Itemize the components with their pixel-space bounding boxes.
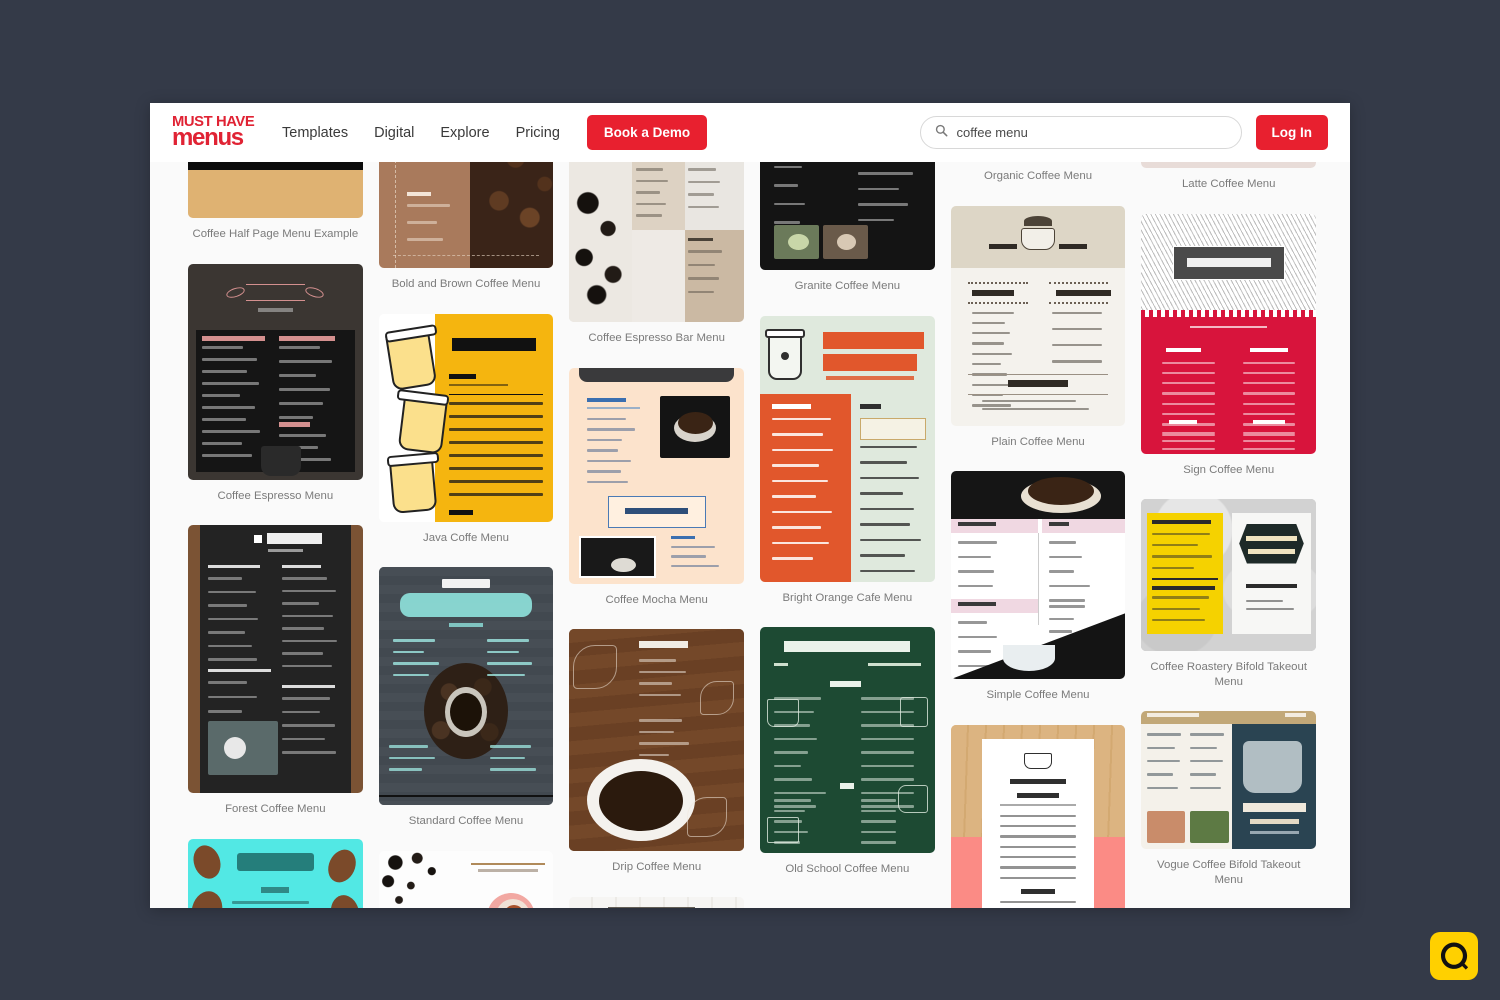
template-card[interactable]: Simple Coffee Menu xyxy=(950,471,1126,719)
template-thumbnail-granite[interactable] xyxy=(760,162,935,270)
template-thumbnail-right-start[interactable] xyxy=(760,315,935,582)
template-card[interactable]: Bold and Brown Coffee Menu xyxy=(378,162,554,308)
nav-item-pricing[interactable]: Pricing xyxy=(516,125,560,141)
template-card[interactable]: Sign Coffee Menu xyxy=(1141,213,1317,494)
template-card[interactable]: Java Coffe Menu xyxy=(378,313,554,562)
logo-line-1: MUST HAVE xyxy=(172,113,255,130)
book-a-demo-button[interactable]: Book a Demo xyxy=(586,115,708,150)
template-thumbnail-halfpage[interactable] xyxy=(188,162,363,218)
template-card[interactable]: Coffee Mocha Menu xyxy=(569,367,745,624)
nav-item-digital[interactable]: Digital xyxy=(374,125,414,141)
template-caption[interactable]: Java Coffe Menu xyxy=(379,522,554,562)
template-caption[interactable]: Old School Coffee Menu xyxy=(760,853,935,893)
search-input[interactable]: coffee menu xyxy=(919,116,1242,149)
template-caption[interactable]: Forest Coffee Menu xyxy=(188,793,363,833)
template-caption[interactable]: Granite Coffee Menu xyxy=(760,270,935,310)
grid-column-2: Bold and Brown Coffee Menu Java Coffe Me… xyxy=(378,162,554,908)
template-caption[interactable]: Coffee Espresso Bar Menu xyxy=(569,322,744,362)
grid-column-3: Coffee Espresso Bar Menu Coffee Mocha Me… xyxy=(569,162,745,908)
template-card[interactable] xyxy=(950,724,1126,908)
template-thumbnail-drip[interactable] xyxy=(569,629,745,852)
template-thumbnail-vogue[interactable] xyxy=(1141,711,1317,850)
template-thumbnail-java-vein[interactable] xyxy=(378,313,554,522)
template-caption[interactable]: Drip Coffee Menu xyxy=(569,851,744,891)
grid-column-1: Coffee Half Page Menu Example Coffee Esp… xyxy=(188,162,363,908)
fork-circle-logo-icon xyxy=(1430,932,1478,980)
template-caption[interactable]: Standard Coffee Menu xyxy=(379,805,554,845)
template-card[interactable]: Old School Coffee Menu xyxy=(760,627,935,893)
template-caption[interactable]: Vogue Coffee Bifold Takeout Menu xyxy=(1141,849,1316,903)
template-thumbnail-java-wood[interactable] xyxy=(950,724,1126,908)
template-card[interactable]: Organic Coffee Menu xyxy=(951,162,1126,200)
template-caption[interactable]: Coffee Mocha Menu xyxy=(569,584,744,624)
template-caption[interactable]: Bold and Brown Coffee Menu xyxy=(379,268,554,308)
search-icon xyxy=(935,124,948,142)
template-card[interactable] xyxy=(378,850,554,908)
login-button[interactable]: Log In xyxy=(1255,115,1328,150)
template-caption[interactable]: Latte Coffee Menu xyxy=(1141,168,1316,208)
template-card[interactable]: Drip Coffee Menu xyxy=(569,629,745,891)
template-thumbnail-manhattan[interactable] xyxy=(1141,499,1317,652)
template-card[interactable]: Coffee Espresso Bar Menu xyxy=(569,162,745,362)
template-thumbnail-mocha[interactable] xyxy=(569,367,745,584)
template-thumbnail-cyan-beans[interactable] xyxy=(188,838,363,908)
template-card[interactable]: Coffee Half Page Menu Example xyxy=(188,162,363,258)
grid-column-4: Granite Coffee Menu Bright Orange Cafe M… xyxy=(760,162,935,899)
template-thumbnail-roasted[interactable] xyxy=(378,567,554,806)
search-value: coffee menu xyxy=(956,125,1028,140)
template-card[interactable]: Plain Coffee Menu xyxy=(950,205,1126,466)
template-thumbnail-simple[interactable] xyxy=(950,471,1126,680)
template-thumbnail-espresso-bar[interactable] xyxy=(569,162,745,322)
template-thumbnail-espresso-dark[interactable] xyxy=(188,263,363,480)
template-card[interactable]: Forest Coffee Menu xyxy=(188,525,363,833)
template-thumbnail-happy-cuppa[interactable] xyxy=(950,205,1126,426)
template-card[interactable]: Bright Orange Cafe Menu xyxy=(760,315,935,622)
nav-item-explore[interactable]: Explore xyxy=(440,125,489,141)
template-thumbnail-nostalgia[interactable] xyxy=(760,627,935,854)
template-card[interactable]: Coffee Espresso Menu xyxy=(188,263,363,520)
template-caption[interactable]: Organic Coffee Menu xyxy=(951,162,1126,200)
browser-window: MUST HAVE menus Templates Digital Explor… xyxy=(150,103,1350,908)
template-card[interactable] xyxy=(188,838,363,908)
template-card[interactable]: Coffee Roastery Bifold Takeout Menu xyxy=(1141,499,1317,705)
template-thumbnail-latte[interactable] xyxy=(1141,162,1317,168)
template-thumbnail-bean-lounge[interactable] xyxy=(1141,213,1317,454)
nav-item-templates[interactable]: Templates xyxy=(282,125,348,141)
template-caption[interactable]: Coffee Half Page Menu Example xyxy=(188,218,363,258)
template-caption[interactable]: Bright Orange Cafe Menu xyxy=(760,582,935,622)
grid-column-5: Organic Coffee Menu Plain Coffee Menu Si… xyxy=(950,162,1126,908)
template-card[interactable] xyxy=(569,896,745,908)
template-card[interactable]: Granite Coffee Menu xyxy=(760,162,935,310)
template-caption[interactable]: Coffee Espresso Menu xyxy=(188,480,363,520)
template-caption[interactable]: Sign Coffee Menu xyxy=(1141,454,1316,494)
template-thumbnail-corner-street[interactable] xyxy=(569,896,745,908)
template-caption[interactable]: Coffee Roastery Bifold Takeout Menu xyxy=(1141,651,1316,705)
screenshot-stage: MUST HAVE menus Templates Digital Explor… xyxy=(0,0,1500,1000)
template-card[interactable]: Latte Coffee Menu xyxy=(1141,162,1317,208)
logo-line-2: menus xyxy=(172,124,244,152)
template-thumbnail-forest[interactable] xyxy=(188,525,363,794)
template-card[interactable]: Standard Coffee Menu xyxy=(378,567,554,845)
site-logo[interactable]: MUST HAVE menus xyxy=(172,115,256,151)
search-container: coffee menu xyxy=(919,116,1242,149)
template-card[interactable]: Vogue Coffee Bifold Takeout Menu xyxy=(1141,711,1317,903)
template-caption[interactable]: Plain Coffee Menu xyxy=(951,426,1126,466)
template-grid: Coffee Half Page Menu Example Coffee Esp… xyxy=(188,162,1317,908)
template-caption[interactable]: Simple Coffee Menu xyxy=(951,679,1126,719)
main-nav: Templates Digital Explore Pricing xyxy=(282,125,560,141)
site-header: MUST HAVE menus Templates Digital Explor… xyxy=(150,103,1350,162)
grid-column-6: Latte Coffee Menu Sign Coffee Menu Coffe… xyxy=(1141,162,1317,908)
template-thumbnail-cafe-enzo[interactable] xyxy=(378,850,554,908)
search-results[interactable]: Coffee Half Page Menu Example Coffee Esp… xyxy=(150,162,1350,908)
template-thumbnail-bold-brown[interactable] xyxy=(378,162,554,268)
